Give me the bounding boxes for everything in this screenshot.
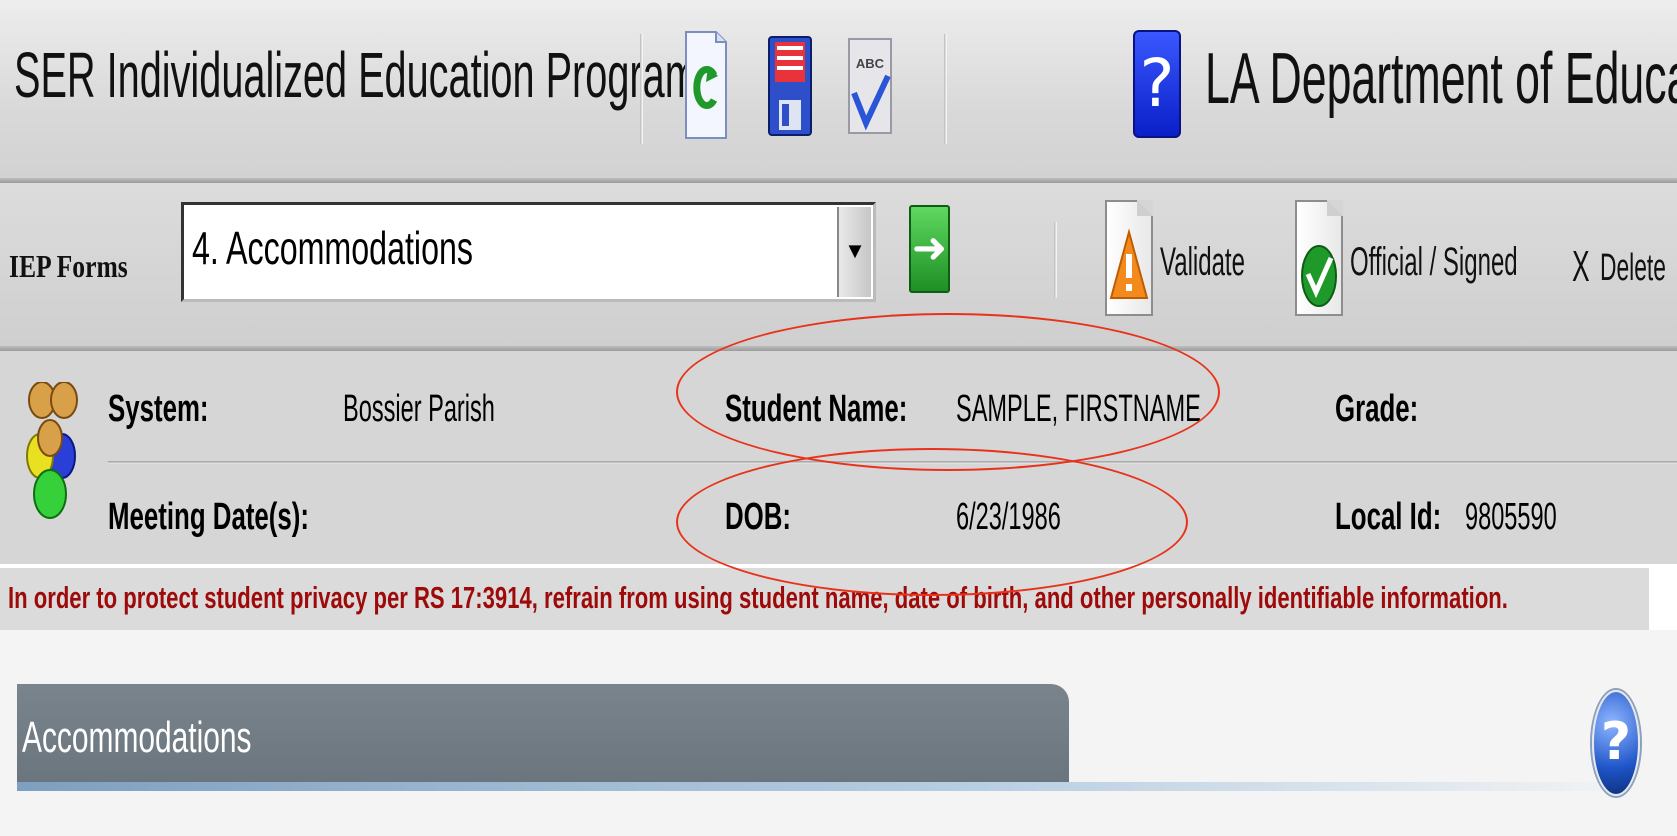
system-label: System:: [108, 388, 209, 430]
system-value: Bossier Parish: [343, 388, 495, 430]
delete-icon[interactable]: X: [1572, 242, 1590, 292]
chevron-down-icon[interactable]: ▼: [837, 207, 871, 297]
app-title: SER Individualized Education Program: [14, 39, 698, 111]
spellcheck-glyph: ABC: [856, 56, 885, 71]
save-icon[interactable]: [768, 36, 812, 136]
local-id-label: Local Id:: [1335, 496, 1442, 538]
info-divider: [108, 461, 1677, 464]
validate-icon[interactable]: [1105, 200, 1153, 316]
iep-forms-select[interactable]: 4. Accommodations ▼: [181, 202, 876, 302]
selected-form: 4. Accommodations: [192, 222, 473, 274]
section-underline: [17, 782, 1645, 791]
official-signed-icon[interactable]: [1295, 200, 1343, 316]
section-help-icon[interactable]: ?: [1592, 690, 1640, 796]
meeting-dates-label: Meeting Date(s):: [108, 496, 309, 538]
delete-button[interactable]: Delete: [1600, 247, 1666, 290]
toolbar-separator: [1054, 222, 1057, 298]
grade-label: Grade:: [1335, 388, 1419, 430]
dob-value: 6/23/1986: [956, 496, 1061, 538]
spellcheck-icon[interactable]: ABC: [848, 38, 892, 134]
official-signed-button[interactable]: Official / Signed: [1350, 240, 1518, 285]
local-id-value: 9805590: [1465, 496, 1557, 538]
section-title: Accommodations: [22, 713, 252, 762]
validate-button[interactable]: Validate: [1160, 240, 1245, 285]
people-logo-icon: [22, 381, 82, 522]
student-name-label: Student Name:: [725, 388, 908, 430]
student-name-value: SAMPLE, FIRSTNAME: [956, 388, 1201, 430]
toolbar-separator: [640, 34, 643, 144]
toolbar-separator: [944, 34, 947, 144]
dob-label: DOB:: [725, 496, 792, 538]
privacy-notice: In order to protect student privacy per …: [8, 580, 1508, 615]
go-arrow-button[interactable]: ➜: [909, 205, 950, 293]
iep-forms-label: IEP Forms: [9, 248, 128, 284]
department-title: LA Department of Educatio: [1205, 39, 1677, 119]
refresh-icon[interactable]: [684, 30, 728, 140]
help-icon[interactable]: ?: [1133, 30, 1181, 138]
